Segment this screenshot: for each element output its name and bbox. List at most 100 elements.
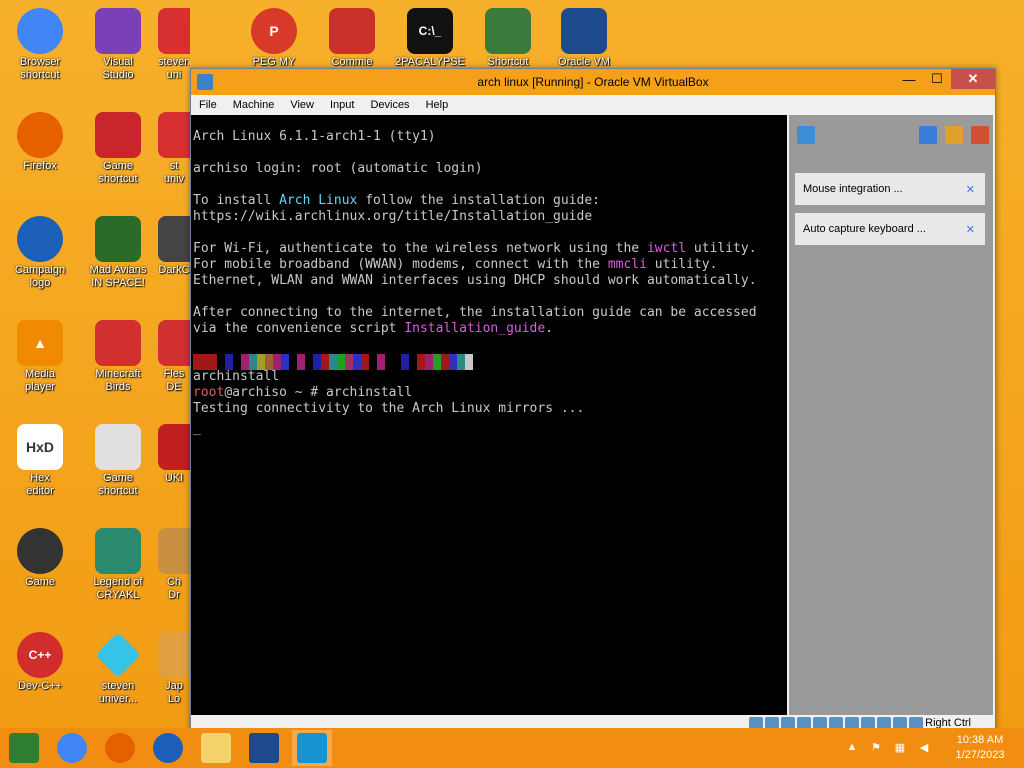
notification-center-icon[interactable] — [797, 126, 815, 144]
desktop-icon-label: Fles DE — [163, 368, 185, 393]
taskbar-firefox[interactable] — [100, 730, 140, 766]
desktop-icon-label: Legend of CRYAKL — [93, 576, 143, 601]
desktop-icon[interactable]: Game — [2, 528, 78, 589]
menu-machine[interactable]: Machine — [225, 99, 283, 111]
menu-bar: File Machine View Input Devices Help — [191, 95, 995, 115]
console-text: For Wi-Fi, authenticate to the wireless … — [193, 241, 647, 256]
desktop-icon-label: Browser shortcut — [19, 56, 61, 81]
taskbar-virtualbox[interactable] — [244, 730, 284, 766]
pin-icon[interactable] — [945, 126, 963, 144]
virtualbox-icon — [249, 733, 279, 763]
maximize-button[interactable]: ☐ — [923, 69, 951, 89]
desktop-icon-label: Jap Lo — [165, 680, 183, 705]
console-line: For Wi-Fi, authenticate to the wireless … — [193, 241, 757, 256]
sort-icon[interactable] — [919, 126, 937, 144]
notice-close-icon[interactable]: ✕ — [966, 183, 975, 196]
desktop-icon[interactable]: Shortcut — [470, 8, 546, 69]
desktop-icon[interactable]: st univ — [158, 112, 190, 186]
desktop-icon[interactable]: Jap Lo — [158, 632, 190, 706]
console-text: via the convenience script — [193, 321, 405, 336]
window-title: arch linux [Running] - Oracle VM Virtual… — [477, 75, 709, 89]
clock-date: 1/27/2023 — [955, 749, 1005, 761]
desktop-icon[interactable]: C++ Dev-C++ — [2, 632, 78, 693]
partial-icon — [158, 632, 190, 678]
menu-view[interactable]: View — [282, 99, 322, 111]
desktop-icon-label: Game — [25, 576, 55, 588]
desktop-icon-label: Game shortcut — [98, 472, 138, 497]
game-seasons-icon — [95, 112, 141, 158]
clock[interactable]: 10:38 AM 1/27/2023 — [936, 733, 1024, 763]
console-line: https://wiki.archlinux.org/title/Install… — [193, 209, 593, 224]
taskbar-arch-vm[interactable] — [292, 730, 332, 766]
desktop-icon[interactable]: Firefox — [2, 112, 78, 173]
flag-icon[interactable]: ⚑ — [869, 741, 883, 755]
desktop-icon[interactable]: Campaign logo — [2, 216, 78, 290]
desktop-icon[interactable]: Mad Avians IN SPACE! — [80, 216, 156, 290]
console-highlight: mmcli — [607, 257, 647, 272]
minimize-button[interactable]: — — [895, 69, 923, 89]
app-icon — [9, 733, 39, 763]
desktop-icon[interactable]: Game shortcut — [80, 112, 156, 186]
menu-devices[interactable]: Devices — [362, 99, 417, 111]
desktop-icon[interactable]: HxD Hex editor — [2, 424, 78, 498]
console-cursor: _ — [193, 421, 201, 436]
menu-help[interactable]: Help — [418, 99, 457, 111]
desktop-icon[interactable]: steven univer... — [80, 632, 156, 706]
dismiss-all-icon[interactable] — [971, 126, 989, 144]
taskbar-chrome[interactable] — [52, 730, 92, 766]
desktop-icon[interactable]: Game shortcut — [80, 424, 156, 498]
hxd-icon: HxD — [17, 424, 63, 470]
desktop-icon[interactable]: DarkC — [158, 216, 190, 277]
system-tray: ▲ ⚑ ▦ ◀ 10:38 AM 1/27/2023 — [840, 728, 1024, 768]
game-icon — [17, 528, 63, 574]
notice-auto-capture[interactable]: Auto capture keyboard ... ✕ — [795, 213, 985, 245]
desktop-icon[interactable]: Visual Studio — [80, 8, 156, 82]
taskbar-app[interactable] — [148, 730, 188, 766]
partial-icon — [158, 112, 190, 158]
console-line: Testing connectivity to the Arch Linux m… — [193, 401, 585, 416]
partial-icon — [158, 320, 190, 366]
desktop-icon[interactable]: Minecraft Birds — [80, 320, 156, 394]
desktop-icon-label: Dev-C++ — [17, 680, 63, 692]
color-test-blocks — [193, 354, 473, 370]
console-line: After connecting to the internet, the in… — [193, 305, 757, 320]
window-controls: — ☐ ✕ — [895, 69, 995, 89]
desktop-icon[interactable]: Legend of CRYAKL — [80, 528, 156, 602]
desktop-icon[interactable]: UKI — [158, 424, 190, 485]
notice-close-icon[interactable]: ✕ — [966, 223, 975, 236]
vm-console[interactable]: Arch Linux 6.1.1-arch1-1 (tty1) archiso … — [191, 115, 787, 715]
taskbar-app[interactable] — [4, 730, 44, 766]
console-prompt-user: root — [193, 385, 225, 400]
desktop-icon-label: Visual Studio — [102, 56, 134, 81]
notice-mouse-integration[interactable]: Mouse integration ... ✕ — [795, 173, 985, 205]
desktop-icon[interactable]: Fles DE — [158, 320, 190, 394]
desktop-icon[interactable]: Commie — [314, 8, 390, 69]
partial-icon — [158, 528, 190, 574]
console-line: To install Arch Linux follow the install… — [193, 193, 600, 208]
desktop-icon[interactable]: ▲ Media player — [2, 320, 78, 394]
taskbar-file-explorer[interactable] — [196, 730, 236, 766]
console-text: . — [545, 321, 554, 336]
desktop-icon[interactable]: C:\_ 2PACALYPSE — [392, 8, 468, 69]
logo-icon — [153, 733, 183, 763]
menu-input[interactable]: Input — [322, 99, 362, 111]
notification-panel: Mouse integration ... ✕ Auto capture keyb… — [789, 115, 993, 715]
taskbar: ▲ ⚑ ▦ ◀ 10:38 AM 1/27/2023 — [0, 728, 1024, 768]
show-hidden-icons-icon[interactable]: ▲ — [845, 741, 859, 755]
desktop-icon[interactable]: Ch Dr — [158, 528, 190, 602]
volume-icon[interactable]: ◀ — [917, 741, 931, 755]
console-text: @archiso ~ # archinstall — [224, 385, 413, 400]
network-icon[interactable]: ▦ — [893, 741, 907, 755]
desktop-icon[interactable]: Oracle VM — [546, 8, 622, 69]
desktop-icon-label: Game shortcut — [98, 160, 138, 185]
menu-file[interactable]: File — [191, 99, 225, 111]
window-titlebar[interactable]: arch linux [Running] - Oracle VM Virtual… — [191, 69, 995, 95]
desktop-icon[interactable]: steven uni — [158, 8, 190, 82]
console-highlight: iwctl — [646, 241, 687, 256]
close-button[interactable]: ✕ — [951, 69, 995, 89]
desktop-icon-label: Campaign logo — [14, 264, 66, 289]
devcpp-icon: C++ — [17, 632, 63, 678]
desktop-icon[interactable]: Browser shortcut — [2, 8, 78, 82]
notice-label: Auto capture keyboard ... — [803, 223, 926, 235]
desktop-icon-label: Firefox — [23, 160, 57, 172]
